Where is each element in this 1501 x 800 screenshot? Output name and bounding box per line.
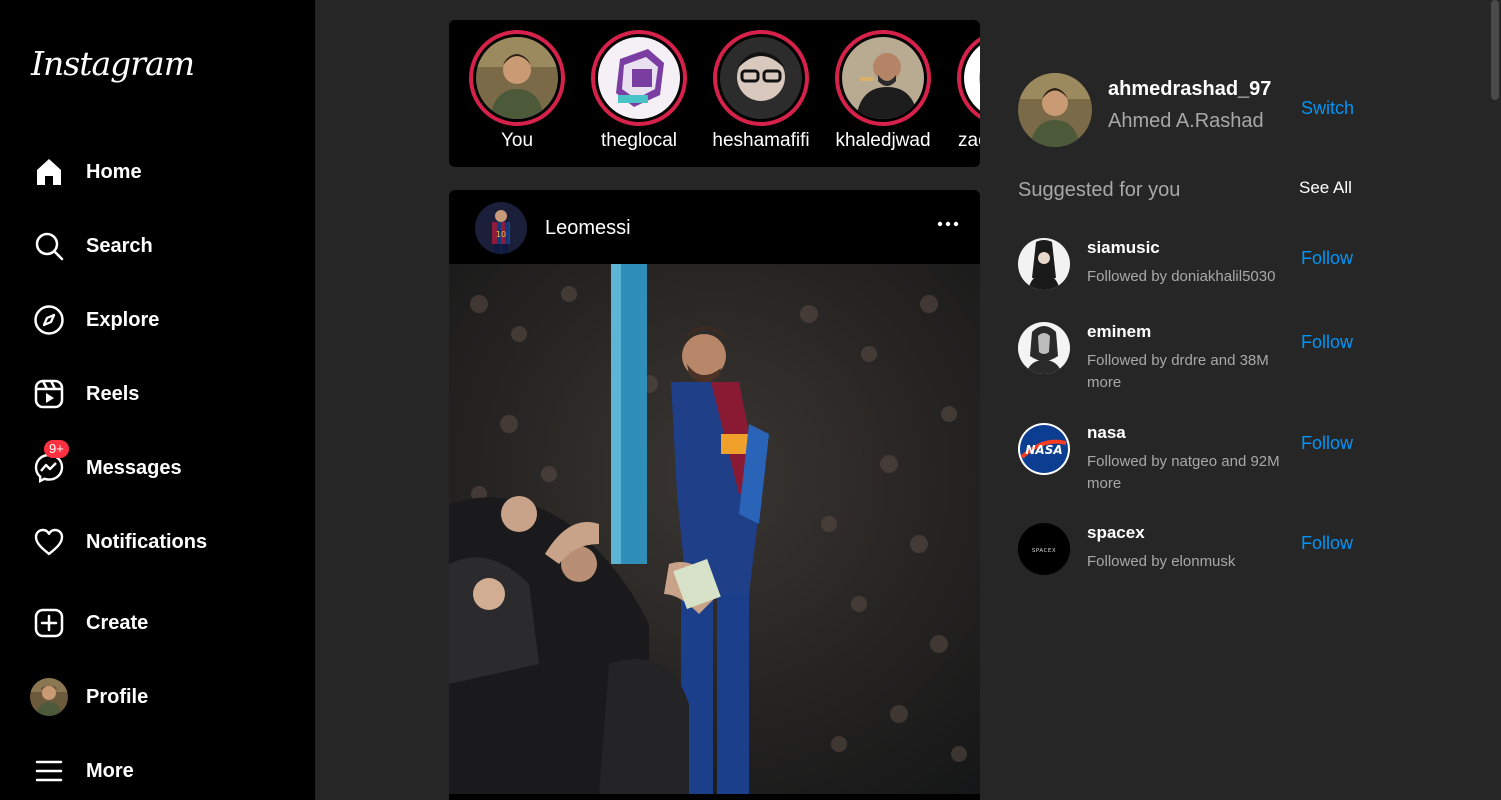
see-all-button[interactable]: See All	[1299, 178, 1352, 198]
sidebar: Instagram Home Search Explore Reels 9+ M…	[0, 0, 315, 800]
sidebar-item-label: Search	[86, 234, 153, 257]
stories-tray: You theglocal heshamafifi khaledjwad zac	[449, 20, 980, 167]
sidebar-item-explore[interactable]: Explore	[30, 300, 300, 340]
story-item[interactable]: zac	[955, 30, 980, 160]
sidebar-item-reels[interactable]: Reels	[30, 374, 300, 414]
heart-icon	[30, 523, 68, 561]
instagram-logo[interactable]: Instagram	[31, 44, 195, 83]
post-author-avatar[interactable]: 10	[475, 202, 527, 254]
reels-icon	[30, 375, 68, 413]
compass-icon	[30, 301, 68, 339]
suggestion-avatar[interactable]	[1018, 238, 1070, 290]
story-name: theglocal	[600, 130, 678, 151]
suggestion-item: eminem Followed by drdre and 38M more Fo…	[1018, 322, 1358, 392]
sidebar-item-label: Notifications	[86, 530, 208, 553]
current-full-name: Ahmed A.Rashad	[1108, 110, 1264, 132]
sidebar-item-messages[interactable]: 9+ Messages	[30, 440, 300, 488]
menu-icon	[30, 752, 68, 790]
sidebar-item-search[interactable]: Search	[30, 226, 300, 266]
story-item[interactable]: theglocal	[589, 30, 689, 160]
suggestion-username[interactable]: siamusic	[1087, 238, 1160, 258]
story-avatar	[598, 37, 680, 119]
sidebar-item-more[interactable]: More	[30, 751, 300, 791]
post-header: 10 Leomessi	[449, 190, 980, 264]
story-avatar	[476, 37, 558, 119]
sidebar-item-label: Create	[86, 611, 149, 634]
nasa-logo-text: NASA	[1025, 443, 1062, 457]
sidebar-item-home[interactable]: Home	[30, 152, 300, 192]
more-horizontal-icon[interactable]	[936, 212, 960, 243]
page-scrollbar[interactable]	[1491, 0, 1499, 100]
suggestion-subtitle: Followed by doniakhalil5030	[1087, 268, 1276, 285]
follow-button[interactable]: Follow	[1301, 533, 1353, 554]
follow-button[interactable]: Follow	[1301, 248, 1353, 269]
home-icon	[30, 153, 68, 191]
story-avatar	[842, 37, 924, 119]
sidebar-item-label: Explore	[86, 308, 160, 331]
story-ring	[713, 30, 809, 126]
story-ring	[835, 30, 931, 126]
story-name: You	[500, 130, 534, 151]
search-icon	[30, 227, 68, 265]
post-image[interactable]	[449, 264, 980, 794]
suggestion-subtitle: Followed by elonmusk	[1087, 553, 1236, 570]
sidebar-item-label: More	[86, 759, 134, 782]
suggestion-item: SPACEX spacex Followed by elonmusk Follo…	[1018, 523, 1358, 583]
sidebar-item-profile[interactable]: Profile	[30, 677, 300, 717]
suggestion-item: NASA nasa Followed by natgeo and 92M mor…	[1018, 423, 1358, 493]
suggestion-item: siamusic Followed by doniakhalil5030 Fol…	[1018, 238, 1358, 298]
suggestion-username[interactable]: spacex	[1087, 523, 1145, 543]
suggested-title: Suggested for you	[1018, 179, 1181, 201]
suggestion-avatar[interactable]: NASA	[1018, 423, 1070, 475]
sidebar-item-notifications[interactable]: Notifications	[30, 522, 300, 562]
suggestion-avatar[interactable]: SPACEX	[1018, 523, 1070, 575]
notification-badge: 9+	[44, 440, 69, 458]
svg-text:10: 10	[496, 230, 506, 239]
avatar	[30, 678, 68, 716]
suggestion-username[interactable]: eminem	[1087, 322, 1151, 342]
story-item[interactable]: You	[467, 30, 567, 160]
current-username[interactable]: ahmedrashad_97	[1108, 78, 1271, 101]
suggestion-subtitle: Followed by drdre and 38M more	[1087, 352, 1269, 391]
spacex-logo-text: SPACEX	[1032, 548, 1056, 554]
messenger-icon: 9+	[30, 440, 69, 487]
switch-account-button[interactable]: Switch	[1301, 98, 1354, 119]
story-item[interactable]: khaledjwad	[833, 30, 933, 160]
post-username[interactable]: Leomessi	[545, 217, 631, 240]
story-ring	[469, 30, 565, 126]
sidebar-item-label: Messages	[86, 456, 182, 479]
story-avatar	[964, 37, 980, 119]
story-ring	[591, 30, 687, 126]
story-name: zac	[958, 130, 980, 151]
story-name: heshamafifi	[712, 130, 810, 151]
sidebar-item-label: Reels	[86, 382, 140, 405]
story-item[interactable]: heshamafifi	[711, 30, 811, 160]
feed-post: 10 Leomessi	[449, 190, 980, 800]
sidebar-item-create[interactable]: Create	[30, 603, 300, 643]
story-ring	[957, 30, 980, 126]
plus-square-icon	[30, 604, 68, 642]
sidebar-item-label: Profile	[86, 685, 149, 708]
current-user-avatar[interactable]	[1018, 73, 1092, 147]
suggestion-avatar[interactable]	[1018, 322, 1070, 374]
follow-button[interactable]: Follow	[1301, 433, 1353, 454]
follow-button[interactable]: Follow	[1301, 332, 1353, 353]
suggestion-username[interactable]: nasa	[1087, 423, 1126, 443]
story-avatar	[720, 37, 802, 119]
story-name: khaledjwad	[835, 130, 931, 151]
sidebar-item-label: Home	[86, 160, 142, 183]
suggestion-subtitle: Followed by natgeo and 92M more	[1087, 453, 1280, 492]
